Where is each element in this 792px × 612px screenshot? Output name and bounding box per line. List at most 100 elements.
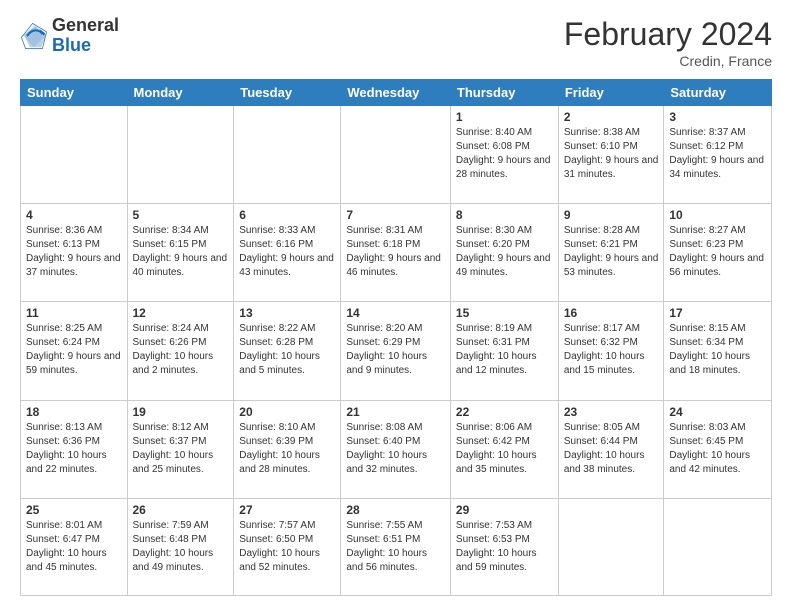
- day-number: 18: [26, 405, 122, 419]
- calendar-cell: 23Sunrise: 8:05 AM Sunset: 6:44 PM Dayli…: [558, 400, 664, 498]
- day-number: 25: [26, 503, 122, 517]
- calendar-cell: 18 Sunrise: 8:13 AM Sunset: 6:36 PM Dayli…: [21, 400, 128, 498]
- calendar-cell: 20 Sunrise: 8:10 AM Sunset: 6:39 PM Dayli…: [234, 400, 341, 498]
- calendar-cell: 2Sunrise: 8:38 AM Sunset: 6:10 PM Daylig…: [558, 106, 664, 204]
- day-info: Sunrise: 8:12 AM Sunset: 6:37 PM Dayligh…: [133, 421, 229, 477]
- calendar-week-row: 1 Sunrise: 8:40 AM Sunset: 6:08 PM Daylig…: [21, 106, 772, 204]
- calendar-cell: 5 Sunrise: 8:34 AM Sunset: 6:15 PM Daylig…: [127, 204, 234, 302]
- day-info: Sunrise: 8:27 AM Sunset: 6:23 PM Dayligh…: [669, 224, 766, 280]
- day-info: Sunrise: 7:57 AM Sunset: 6:50 PM Dayligh…: [239, 519, 335, 575]
- calendar-cell: 17 Sunrise: 8:15 AM Sunset: 6:34 PM Dayli…: [664, 302, 772, 400]
- day-info: Sunrise: 7:55 AM Sunset: 6:51 PM Dayligh…: [346, 519, 445, 575]
- day-number: 22: [456, 405, 553, 419]
- calendar-cell: 21 Sunrise: 8:08 AM Sunset: 6:40 PM Dayli…: [341, 400, 451, 498]
- day-info: Sunrise: 8:20 AM Sunset: 6:29 PM Dayligh…: [346, 322, 445, 378]
- day-number: 4: [26, 208, 122, 222]
- calendar-cell: [21, 106, 128, 204]
- day-info: Sunrise: 8:34 AM Sunset: 6:15 PM Dayligh…: [133, 224, 229, 280]
- calendar-cell: 29Sunrise: 7:53 AM Sunset: 6:53 PM Dayli…: [450, 498, 558, 595]
- calendar-cell: [558, 498, 664, 595]
- calendar-table: SundayMondayTuesdayWednesdayThursdayFrid…: [20, 79, 772, 596]
- calendar-cell: 24 Sunrise: 8:03 AM Sunset: 6:45 PM Dayli…: [664, 400, 772, 498]
- day-number: 10: [669, 208, 766, 222]
- calendar-cell: 9 Sunrise: 8:28 AM Sunset: 6:21 PM Daylig…: [558, 204, 664, 302]
- day-info: Sunrise: 8:40 AM Sunset: 6:08 PM Dayligh…: [456, 126, 553, 182]
- calendar-week-row: 25Sunrise: 8:01 AM Sunset: 6:47 PM Dayli…: [21, 498, 772, 595]
- day-number: 17: [669, 306, 766, 320]
- day-info: Sunrise: 8:36 AM Sunset: 6:13 PM Dayligh…: [26, 224, 122, 280]
- day-of-week-header: Sunday: [21, 80, 128, 106]
- day-info: Sunrise: 8:08 AM Sunset: 6:40 PM Dayligh…: [346, 421, 445, 477]
- calendar-cell: 16 Sunrise: 8:17 AM Sunset: 6:32 PM Dayli…: [558, 302, 664, 400]
- day-info: Sunrise: 8:17 AM Sunset: 6:32 PM Dayligh…: [564, 322, 659, 378]
- calendar-cell: 12 Sunrise: 8:24 AM Sunset: 6:26 PM Dayli…: [127, 302, 234, 400]
- day-info: Sunrise: 8:28 AM Sunset: 6:21 PM Dayligh…: [564, 224, 659, 280]
- day-info: Sunrise: 8:06 AM Sunset: 6:42 PM Dayligh…: [456, 421, 553, 477]
- calendar-cell: 15 Sunrise: 8:19 AM Sunset: 6:31 PM Dayli…: [450, 302, 558, 400]
- day-number: 15: [456, 306, 553, 320]
- day-info: Sunrise: 7:59 AM Sunset: 6:48 PM Dayligh…: [133, 519, 229, 575]
- day-number: 27: [239, 503, 335, 517]
- day-of-week-header: Tuesday: [234, 80, 341, 106]
- calendar-cell: 1 Sunrise: 8:40 AM Sunset: 6:08 PM Daylig…: [450, 106, 558, 204]
- logo-icon: [20, 22, 48, 50]
- day-info: Sunrise: 8:24 AM Sunset: 6:26 PM Dayligh…: [133, 322, 229, 378]
- calendar-cell: 26 Sunrise: 7:59 AM Sunset: 6:48 PM Dayli…: [127, 498, 234, 595]
- day-info: Sunrise: 8:03 AM Sunset: 6:45 PM Dayligh…: [669, 421, 766, 477]
- logo-text: General Blue: [52, 16, 119, 56]
- day-number: 6: [239, 208, 335, 222]
- calendar-week-row: 18 Sunrise: 8:13 AM Sunset: 6:36 PM Dayli…: [21, 400, 772, 498]
- calendar-cell: 7Sunrise: 8:31 AM Sunset: 6:18 PM Daylig…: [341, 204, 451, 302]
- day-number: 2: [564, 110, 659, 124]
- calendar-cell: [664, 498, 772, 595]
- page-header: General Blue February 2024 Credin, Franc…: [20, 16, 772, 69]
- calendar-header-row: SundayMondayTuesdayWednesdayThursdayFrid…: [21, 80, 772, 106]
- title-block: February 2024 Credin, France: [564, 16, 772, 69]
- calendar-cell: 6 Sunrise: 8:33 AM Sunset: 6:16 PM Daylig…: [234, 204, 341, 302]
- day-number: 13: [239, 306, 335, 320]
- day-of-week-header: Saturday: [664, 80, 772, 106]
- day-number: 1: [456, 110, 553, 124]
- day-number: 29: [456, 503, 553, 517]
- day-of-week-header: Monday: [127, 80, 234, 106]
- logo: General Blue: [20, 16, 119, 56]
- day-of-week-header: Wednesday: [341, 80, 451, 106]
- month-year: February 2024: [564, 16, 772, 53]
- calendar-cell: 4 Sunrise: 8:36 AM Sunset: 6:13 PM Daylig…: [21, 204, 128, 302]
- day-number: 21: [346, 405, 445, 419]
- location: Credin, France: [564, 53, 772, 69]
- calendar-week-row: 4 Sunrise: 8:36 AM Sunset: 6:13 PM Daylig…: [21, 204, 772, 302]
- day-of-week-header: Friday: [558, 80, 664, 106]
- day-info: Sunrise: 8:15 AM Sunset: 6:34 PM Dayligh…: [669, 322, 766, 378]
- day-info: Sunrise: 8:31 AM Sunset: 6:18 PM Dayligh…: [346, 224, 445, 280]
- calendar-cell: 13 Sunrise: 8:22 AM Sunset: 6:28 PM Dayli…: [234, 302, 341, 400]
- day-of-week-header: Thursday: [450, 80, 558, 106]
- calendar-cell: 28Sunrise: 7:55 AM Sunset: 6:51 PM Dayli…: [341, 498, 451, 595]
- day-number: 26: [133, 503, 229, 517]
- calendar-cell: [341, 106, 451, 204]
- day-info: Sunrise: 8:05 AM Sunset: 6:44 PM Dayligh…: [564, 421, 659, 477]
- day-number: 19: [133, 405, 229, 419]
- calendar-cell: 25Sunrise: 8:01 AM Sunset: 6:47 PM Dayli…: [21, 498, 128, 595]
- day-info: Sunrise: 8:10 AM Sunset: 6:39 PM Dayligh…: [239, 421, 335, 477]
- calendar-cell: [234, 106, 341, 204]
- day-number: 20: [239, 405, 335, 419]
- calendar-cell: 19 Sunrise: 8:12 AM Sunset: 6:37 PM Dayli…: [127, 400, 234, 498]
- calendar-cell: 11Sunrise: 8:25 AM Sunset: 6:24 PM Dayli…: [21, 302, 128, 400]
- day-number: 14: [346, 306, 445, 320]
- calendar-cell: 10 Sunrise: 8:27 AM Sunset: 6:23 PM Dayli…: [664, 204, 772, 302]
- calendar-cell: 14 Sunrise: 8:20 AM Sunset: 6:29 PM Dayli…: [341, 302, 451, 400]
- calendar-cell: 3Sunrise: 8:37 AM Sunset: 6:12 PM Daylig…: [664, 106, 772, 204]
- day-number: 16: [564, 306, 659, 320]
- calendar-week-row: 11Sunrise: 8:25 AM Sunset: 6:24 PM Dayli…: [21, 302, 772, 400]
- day-number: 12: [133, 306, 229, 320]
- day-number: 11: [26, 306, 122, 320]
- day-number: 9: [564, 208, 659, 222]
- day-info: Sunrise: 8:13 AM Sunset: 6:36 PM Dayligh…: [26, 421, 122, 477]
- day-info: Sunrise: 8:19 AM Sunset: 6:31 PM Dayligh…: [456, 322, 553, 378]
- day-info: Sunrise: 8:33 AM Sunset: 6:16 PM Dayligh…: [239, 224, 335, 280]
- day-info: Sunrise: 8:22 AM Sunset: 6:28 PM Dayligh…: [239, 322, 335, 378]
- day-info: Sunrise: 8:37 AM Sunset: 6:12 PM Dayligh…: [669, 126, 766, 182]
- day-number: 5: [133, 208, 229, 222]
- day-number: 24: [669, 405, 766, 419]
